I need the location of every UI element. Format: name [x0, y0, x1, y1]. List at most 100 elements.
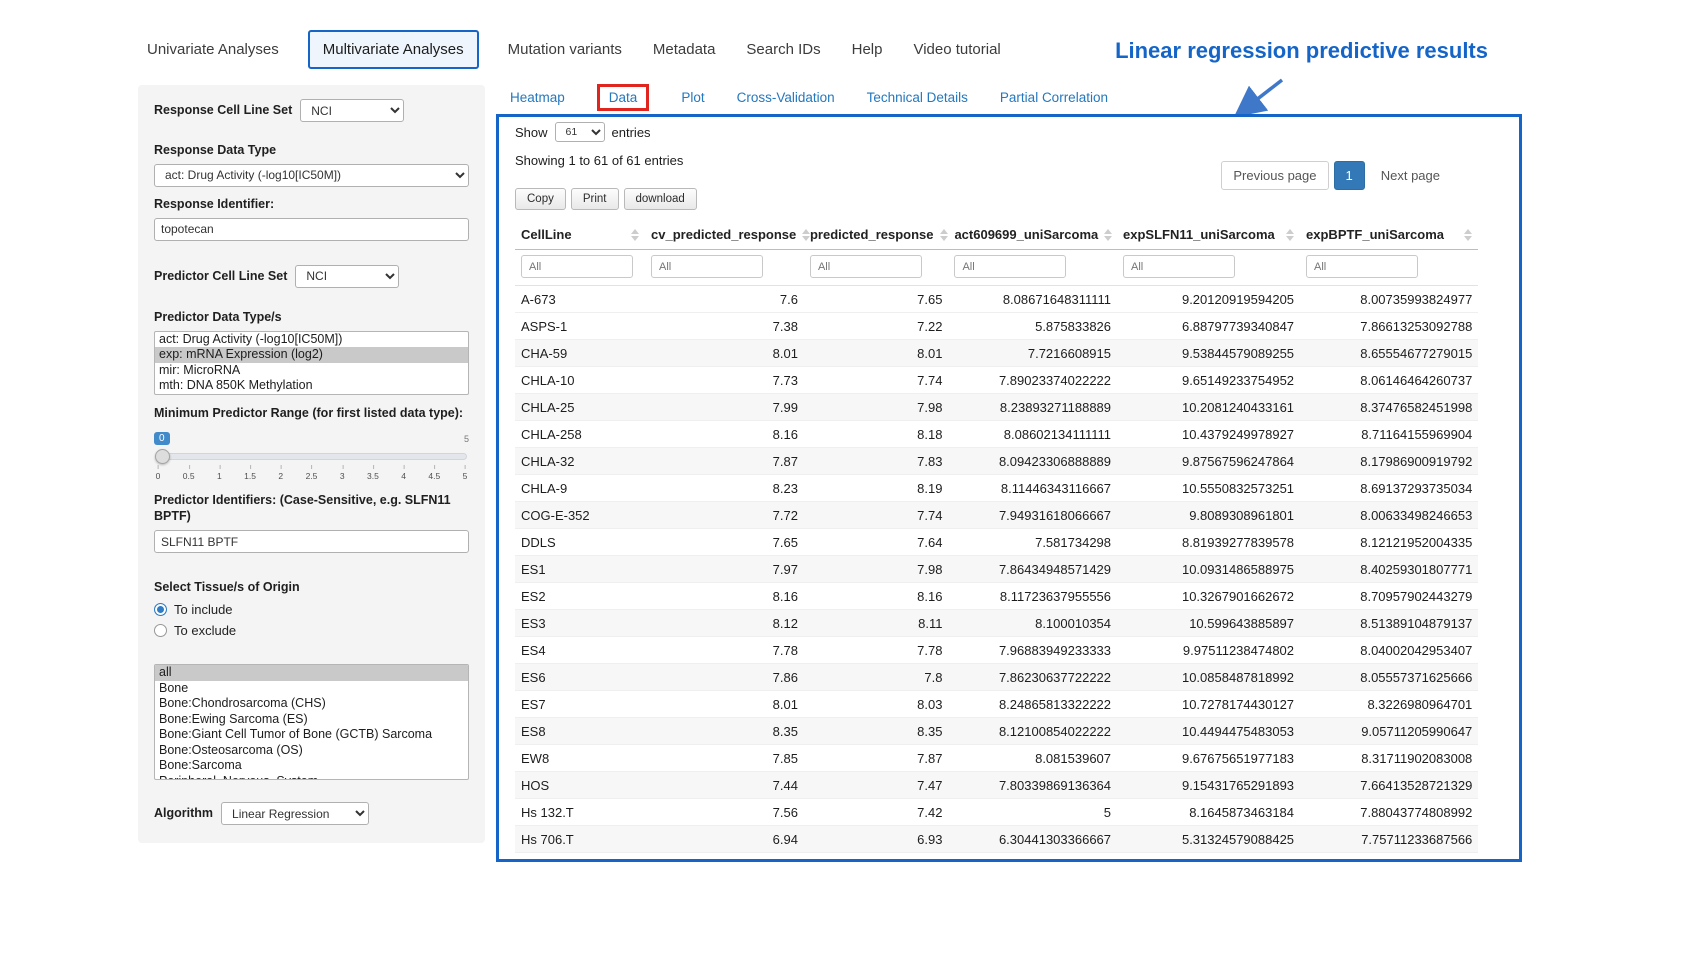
- download-button[interactable]: download: [624, 188, 697, 210]
- slider-track[interactable]: [156, 453, 467, 460]
- column-filter-input-predicted-response[interactable]: [810, 255, 922, 278]
- tab-cross-validation[interactable]: Cross-Validation: [737, 86, 835, 109]
- value-cell: 8.08671648311111: [948, 286, 1117, 313]
- table-row[interactable]: COG-E-3527.727.747.949316180666679.80893…: [515, 502, 1478, 529]
- value-cell: 7.8: [804, 664, 948, 691]
- algorithm-select[interactable]: Linear Regression: [221, 802, 369, 825]
- page-length-select[interactable]: 61: [555, 122, 605, 142]
- value-cell: 10.2081240433161: [1117, 394, 1300, 421]
- tab-heatmap[interactable]: Heatmap: [510, 86, 565, 109]
- sort-icon[interactable]: [1104, 229, 1112, 241]
- tissue-include-radio[interactable]: To include: [154, 602, 469, 617]
- table-row[interactable]: ES17.977.987.8643494857142910.0931486588…: [515, 556, 1478, 583]
- listbox-option-mth-dna-850k-methylation[interactable]: mth: DNA 850K Methylation: [155, 378, 468, 394]
- table-row[interactable]: CHLA-98.238.198.1144634311666710.5550832…: [515, 475, 1478, 502]
- column-filter-input-expbptf-unisarcoma[interactable]: [1306, 255, 1418, 278]
- column-filter-input-cv-predicted-response[interactable]: [651, 255, 763, 278]
- column-header-predicted-response[interactable]: predicted_response: [804, 220, 948, 250]
- table-row[interactable]: HOS7.447.477.803398691363649.15431765291…: [515, 772, 1478, 799]
- nav-item-help[interactable]: Help: [850, 32, 885, 67]
- table-row[interactable]: Hs 706.T6.946.936.304413033666675.313245…: [515, 826, 1478, 853]
- cellline-cell: ES2: [515, 583, 645, 610]
- nav-item-metadata[interactable]: Metadata: [651, 32, 718, 67]
- table-row[interactable]: CHA-598.018.017.72166089159.538445790892…: [515, 340, 1478, 367]
- table-row[interactable]: ES28.168.168.1172363795555610.3267901662…: [515, 583, 1478, 610]
- next-page-button[interactable]: Next page: [1370, 162, 1451, 189]
- value-cell: 7.65: [804, 286, 948, 313]
- listbox-option-bone-ewing-sarcoma-es[interactable]: Bone:Ewing Sarcoma (ES): [155, 712, 468, 728]
- sort-icon[interactable]: [940, 229, 948, 241]
- column-header-act609699-unisarcoma[interactable]: act609699_uniSarcoma: [948, 220, 1117, 250]
- table-row[interactable]: ES78.018.038.2486581332222210.7278174430…: [515, 691, 1478, 718]
- column-filter-input-act609699-unisarcoma[interactable]: [954, 255, 1066, 278]
- tab-data[interactable]: Data: [597, 84, 650, 111]
- column-header-expbptf-unisarcoma[interactable]: expBPTF_uniSarcoma: [1300, 220, 1478, 250]
- value-cell: 8.19: [804, 475, 948, 502]
- nav-item-univariate-analyses[interactable]: Univariate Analyses: [145, 32, 281, 67]
- value-cell: 10.4379249978927: [1117, 421, 1300, 448]
- column-filter-input-expslfn11-unisarcoma[interactable]: [1123, 255, 1235, 278]
- cellline-cell: EW8: [515, 745, 645, 772]
- table-row[interactable]: CHLA-2588.168.188.0860213411111110.43792…: [515, 421, 1478, 448]
- value-cell: 7.98: [804, 394, 948, 421]
- table-row[interactable]: ASPS-17.387.225.8758338266.8879773934084…: [515, 313, 1478, 340]
- table-row[interactable]: ES38.128.118.10001035410.5996438858978.5…: [515, 610, 1478, 637]
- listbox-option-mir-microrna[interactable]: mir: MicroRNA: [155, 363, 468, 379]
- listbox-option-peripheral-nervous-system[interactable]: Peripheral_Nervous_System: [155, 774, 468, 781]
- listbox-option-bone-chondrosarcoma-chs[interactable]: Bone:Chondrosarcoma (CHS): [155, 696, 468, 712]
- listbox-option-exp-mrna-expression-log2[interactable]: exp: mRNA Expression (log2): [155, 347, 468, 363]
- value-cell: 7.42: [804, 799, 948, 826]
- table-row[interactable]: ES47.787.787.968839492333339.97511238474…: [515, 637, 1478, 664]
- tissue-exclude-radio[interactable]: To exclude: [154, 623, 469, 638]
- nav-item-search-ids[interactable]: Search IDs: [744, 32, 822, 67]
- table-row[interactable]: ES67.867.87.8623063772222210.08584878189…: [515, 664, 1478, 691]
- previous-page-button[interactable]: Previous page: [1221, 161, 1328, 190]
- slider-tick-label: 1: [217, 471, 222, 481]
- nav-item-mutation-variants[interactable]: Mutation variants: [506, 32, 624, 67]
- column-header-expslfn11-unisarcoma[interactable]: expSLFN11_uniSarcoma: [1117, 220, 1300, 250]
- listbox-option-bone-giant-cell-tumor-of-bone-gctb-sarcoma[interactable]: Bone:Giant Cell Tumor of Bone (GCTB) Sar…: [155, 727, 468, 743]
- listbox-option-act-drug-activity-log10-ic50m[interactable]: act: Drug Activity (-log10[IC50M]): [155, 332, 468, 348]
- current-page-button[interactable]: 1: [1334, 161, 1365, 190]
- print-button[interactable]: Print: [571, 188, 619, 210]
- value-cell: 6.94: [645, 826, 804, 853]
- min-predictor-range-slider[interactable]: 0 5 00.511.522.533.544.55: [154, 432, 469, 488]
- table-row[interactable]: CHLA-107.737.747.890233740222229.6514923…: [515, 367, 1478, 394]
- listbox-option-bone-sarcoma[interactable]: Bone:Sarcoma: [155, 758, 468, 774]
- table-row[interactable]: EW87.857.878.0815396079.676756519771838.…: [515, 745, 1478, 772]
- predictor-identifiers-input[interactable]: [154, 530, 469, 553]
- listbox-option-all[interactable]: all: [155, 665, 468, 681]
- value-cell: 9.53844579089255: [1117, 340, 1300, 367]
- slider-tick-label: 4: [401, 471, 406, 481]
- predictor-cell-line-set-select[interactable]: NCI: [295, 265, 399, 288]
- table-row[interactable]: Hs 132.T7.567.4258.16458734631847.880437…: [515, 799, 1478, 826]
- table-row[interactable]: ES88.358.358.1210085402222210.4494475483…: [515, 718, 1478, 745]
- slider-handle[interactable]: [155, 449, 170, 464]
- response-identifier-input[interactable]: [154, 218, 469, 241]
- column-header-cellline[interactable]: CellLine: [515, 220, 645, 250]
- table-row[interactable]: CHLA-257.997.988.2389327118888910.208124…: [515, 394, 1478, 421]
- copy-button[interactable]: Copy: [515, 188, 566, 210]
- column-filter-input-cellline[interactable]: [521, 255, 633, 278]
- response-cell-line-set-select[interactable]: NCI: [300, 99, 404, 122]
- sort-icon[interactable]: [631, 229, 639, 241]
- table-row[interactable]: DDLS7.657.647.5817342988.819392778395788…: [515, 529, 1478, 556]
- column-label: expSLFN11_uniSarcoma: [1123, 227, 1275, 242]
- table-row[interactable]: A-6737.67.658.086716483111119.2012091959…: [515, 286, 1478, 313]
- sort-icon[interactable]: [1286, 229, 1294, 241]
- nav-item-video-tutorial[interactable]: Video tutorial: [911, 32, 1002, 67]
- listbox-option-bone-osteosarcoma-os[interactable]: Bone:Osteosarcoma (OS): [155, 743, 468, 759]
- table-row[interactable]: CHLA-327.877.838.094233068888899.8756759…: [515, 448, 1478, 475]
- nav-item-multivariate-analyses[interactable]: Multivariate Analyses: [308, 30, 479, 69]
- column-header-cv-predicted-response[interactable]: cv_predicted_response: [645, 220, 804, 250]
- sort-icon[interactable]: [1464, 229, 1472, 241]
- value-cell: 7.581734298: [948, 529, 1117, 556]
- value-cell: 8.16: [804, 583, 948, 610]
- value-cell: 7.80339869136364: [948, 772, 1117, 799]
- listbox-option-bone[interactable]: Bone: [155, 681, 468, 697]
- value-cell: 10.4494475483053: [1117, 718, 1300, 745]
- tab-technical-details[interactable]: Technical Details: [867, 86, 968, 109]
- response-data-type-select[interactable]: act: Drug Activity (-log10[IC50M]): [154, 164, 469, 187]
- tab-partial-correlation[interactable]: Partial Correlation: [1000, 86, 1108, 109]
- tab-plot[interactable]: Plot: [681, 86, 704, 109]
